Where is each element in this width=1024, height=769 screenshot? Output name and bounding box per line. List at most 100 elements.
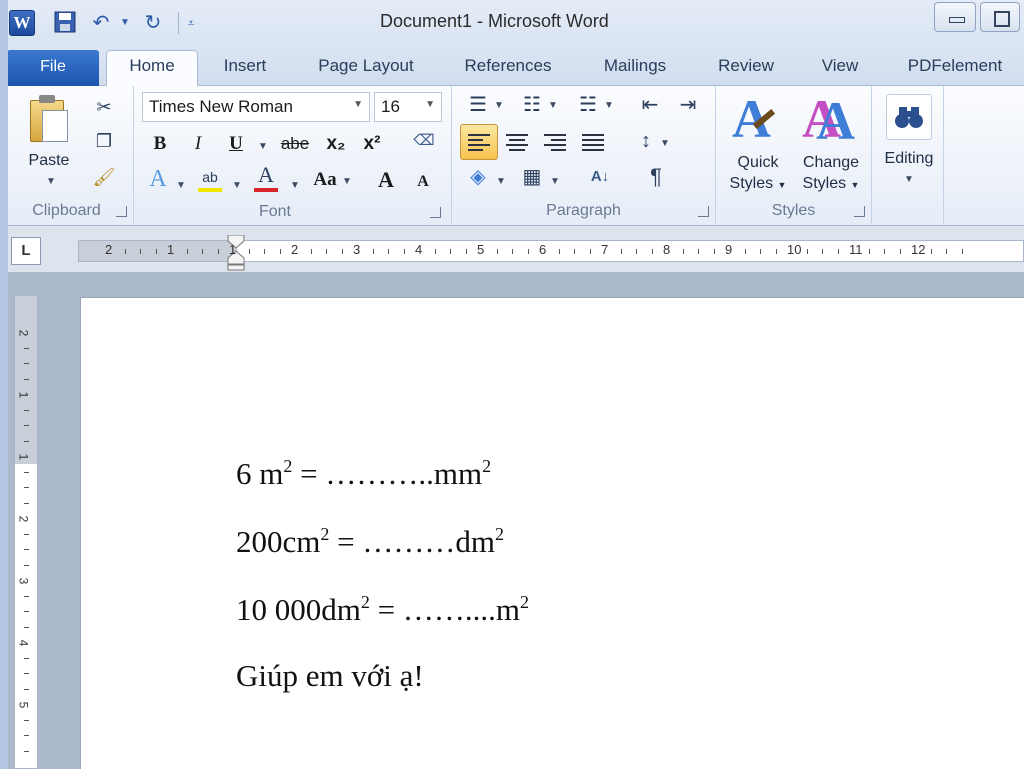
- align-right-icon[interactable]: [544, 134, 566, 152]
- ruler-tick: [884, 249, 885, 254]
- font-color-dropdown-icon[interactable]: ▼: [290, 180, 300, 191]
- bullets-dropdown-icon[interactable]: ▼: [494, 100, 504, 111]
- paste-dropdown-icon[interactable]: ▼: [46, 176, 56, 187]
- change-styles-button[interactable]: Change Styles ▼: [794, 152, 868, 196]
- font-size-combobox[interactable]: 16 ▼: [374, 92, 442, 122]
- editing-dropdown-icon[interactable]: ▼: [904, 174, 914, 185]
- tab-selector-button[interactable]: L: [11, 237, 41, 265]
- borders-icon[interactable]: ▦: [518, 164, 546, 190]
- ruler-tick: [512, 249, 513, 254]
- ruler-tick: [24, 657, 29, 659]
- multilevel-dropdown-icon[interactable]: ▼: [604, 100, 614, 111]
- subscript-button[interactable]: x₂: [322, 130, 350, 158]
- tab-pdfelement[interactable]: PDFelement: [892, 52, 1018, 86]
- minimize-button[interactable]: [934, 2, 976, 32]
- change-case-dropdown-icon[interactable]: ▼: [342, 176, 352, 187]
- undo-dropdown-icon[interactable]: ▼: [118, 10, 132, 36]
- ruler-label: 4: [16, 639, 31, 647]
- horizontal-ruler[interactable]: 2 1 1 2 3 4 5 6 7 8 9 10 11 12: [78, 235, 1024, 271]
- underline-button[interactable]: U: [224, 130, 248, 158]
- paste-button-label[interactable]: Paste: [14, 152, 84, 170]
- tab-references[interactable]: References: [450, 52, 566, 86]
- styles-launcher-icon[interactable]: [854, 206, 865, 217]
- chevron-down-icon: ▼: [850, 180, 860, 190]
- clear-formatting-icon[interactable]: ⌫: [410, 128, 438, 154]
- superscript: 2: [482, 456, 492, 476]
- clipboard-launcher-icon[interactable]: [116, 206, 127, 217]
- ruler-margin-area: [79, 241, 237, 261]
- document-page[interactable]: 6 m2 = ………..mm2 200cm2 = ………dm2 10 000dm…: [80, 297, 1024, 769]
- highlight-icon[interactable]: ab: [196, 164, 224, 192]
- sort-icon[interactable]: A↓: [586, 164, 614, 190]
- copy-icon[interactable]: ❐: [90, 128, 118, 154]
- ruler-tick: [217, 249, 219, 254]
- font-launcher-icon[interactable]: [430, 207, 441, 218]
- tab-page-layout[interactable]: Page Layout: [302, 52, 430, 86]
- bold-button[interactable]: B: [148, 130, 172, 158]
- document-line-2[interactable]: 200cm2 = ………dm2: [236, 524, 504, 560]
- document-line-3[interactable]: 10 000dm2 = ……....m2: [236, 592, 529, 628]
- ruler-tick: [24, 750, 29, 752]
- shading-dropdown-icon[interactable]: ▼: [496, 176, 506, 187]
- ruler-tick: [450, 249, 451, 254]
- ruler-tick: [946, 249, 947, 254]
- multilevel-list-icon[interactable]: ☵: [574, 92, 602, 118]
- maximize-button[interactable]: [980, 2, 1020, 32]
- tab-home[interactable]: Home: [106, 50, 198, 86]
- editing-button[interactable]: Editing: [874, 148, 944, 169]
- font-name-combobox[interactable]: Times New Roman ▼: [142, 92, 370, 122]
- cut-icon[interactable]: ✂: [90, 94, 118, 120]
- change-case-button[interactable]: Aa: [310, 166, 340, 194]
- bullets-icon[interactable]: ☰: [464, 92, 492, 118]
- text-effects-dropdown-icon[interactable]: ▼: [176, 180, 186, 191]
- font-color-icon[interactable]: A: [252, 162, 280, 192]
- format-painter-icon[interactable]: 🖌: [90, 164, 118, 190]
- superscript-button[interactable]: x²: [358, 130, 386, 158]
- document-line-1[interactable]: 6 m2 = ………..mm2: [236, 456, 491, 492]
- word-app-icon[interactable]: W: [9, 10, 35, 36]
- ruler-tick: [822, 249, 823, 254]
- document-line-4[interactable]: Giúp em với ạ!: [236, 658, 424, 694]
- line-spacing-icon[interactable]: ↕: [632, 128, 660, 154]
- ribbon: Paste ▼ ✂ ❐ 🖌 Clipboard Times New Roman ▼…: [0, 86, 1024, 226]
- ruler-tick: [279, 249, 281, 254]
- clipboard-group-label: Clipboard: [32, 202, 101, 219]
- tab-review[interactable]: Review: [704, 52, 788, 86]
- shrink-font-button[interactable]: A: [412, 168, 434, 196]
- borders-dropdown-icon[interactable]: ▼: [550, 176, 560, 187]
- grow-font-button[interactable]: A: [374, 166, 398, 194]
- justify-icon[interactable]: [582, 134, 604, 152]
- ruler-strip: L 2 1 1 2 3 4 5 6 7 8 9 10 11 12: [0, 227, 1024, 272]
- numbering-dropdown-icon[interactable]: ▼: [548, 100, 558, 111]
- strikethrough-button[interactable]: abe: [278, 130, 312, 158]
- tab-mailings[interactable]: Mailings: [586, 52, 684, 86]
- chevron-down-icon[interactable]: ▼: [425, 99, 435, 110]
- ruler-label: 1: [167, 242, 175, 257]
- numbering-icon[interactable]: ☷: [518, 92, 546, 118]
- show-hide-pilcrow-icon[interactable]: ¶: [642, 164, 670, 190]
- vertical-ruler[interactable]: 2 1 1 2 3 4 5: [14, 295, 38, 769]
- italic-button[interactable]: I: [186, 130, 210, 158]
- quick-styles-button[interactable]: Quick Styles ▼: [720, 152, 796, 196]
- paste-icon[interactable]: [26, 94, 74, 144]
- highlight-dropdown-icon[interactable]: ▼: [232, 180, 242, 191]
- ruler-tick: [713, 249, 715, 254]
- chevron-down-icon[interactable]: ▼: [353, 99, 363, 110]
- tab-view[interactable]: View: [808, 52, 872, 86]
- underline-dropdown-icon[interactable]: ▼: [258, 141, 268, 152]
- tab-insert[interactable]: Insert: [206, 52, 284, 86]
- shading-icon[interactable]: ◈: [464, 164, 492, 190]
- paragraph-group-label: Paragraph: [546, 202, 621, 219]
- redo-icon[interactable]: ↻: [140, 10, 166, 36]
- decrease-indent-icon[interactable]: ⇤: [636, 92, 664, 118]
- undo-icon[interactable]: ↶: [88, 10, 114, 36]
- paragraph-launcher-icon[interactable]: [698, 206, 709, 217]
- text-effects-icon[interactable]: A: [144, 166, 172, 192]
- tab-file[interactable]: File: [7, 50, 99, 86]
- save-icon[interactable]: [52, 10, 78, 36]
- align-center-icon[interactable]: [506, 134, 528, 152]
- line-spacing-dropdown-icon[interactable]: ▼: [660, 138, 670, 149]
- customize-qat-icon[interactable]: ⩡: [184, 10, 198, 36]
- binoculars-icon[interactable]: [886, 94, 932, 140]
- increase-indent-icon[interactable]: ⇥: [674, 92, 702, 118]
